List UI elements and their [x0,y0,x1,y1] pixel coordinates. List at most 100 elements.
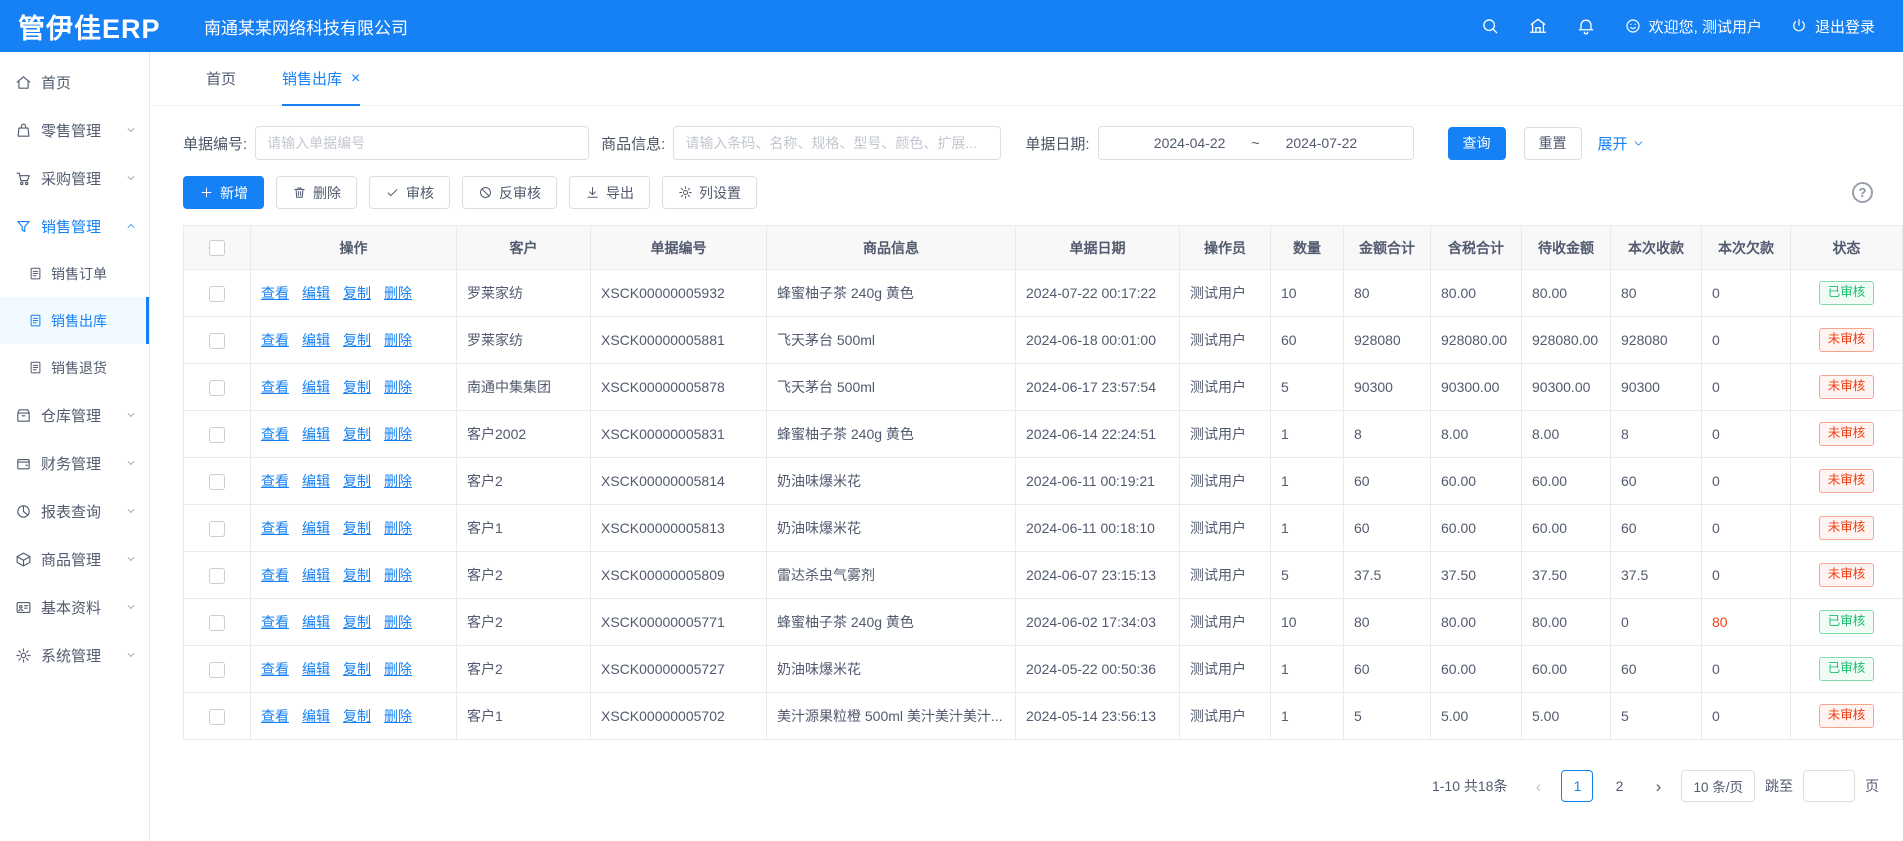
bell-icon[interactable] [1576,16,1596,36]
qty-cell: 1 [1271,505,1344,552]
search-button[interactable]: 查询 [1448,127,1506,160]
sidebar-item-retail[interactable]: 零售管理 [0,106,149,154]
delete-link[interactable]: 删除 [384,285,412,301]
page-number-2[interactable]: 2 [1603,770,1635,802]
edit-link[interactable]: 编辑 [302,614,330,630]
edit-link[interactable]: 编辑 [302,285,330,301]
copy-link[interactable]: 复制 [343,473,371,489]
expand-toggle[interactable]: 展开 [1598,133,1645,154]
sidebar-item-sales-order[interactable]: 销售订单 [0,250,149,297]
sidebar-item-sales[interactable]: 销售管理 [0,202,149,250]
view-link[interactable]: 查看 [261,285,289,301]
delete-link[interactable]: 删除 [384,661,412,677]
ops-cell: 查看编辑复制删除 [251,364,457,411]
view-link[interactable]: 查看 [261,473,289,489]
row-checkbox[interactable] [209,380,225,396]
delete-link[interactable]: 删除 [384,426,412,442]
view-link[interactable]: 查看 [261,332,289,348]
operator-cell: 测试用户 [1180,552,1271,599]
view-link[interactable]: 查看 [261,520,289,536]
view-link[interactable]: 查看 [261,379,289,395]
copy-link[interactable]: 复制 [343,520,371,536]
row-checkbox[interactable] [209,286,225,302]
col-header-receivable: 待收金额 [1522,226,1611,270]
delete-link[interactable]: 删除 [384,520,412,536]
row-checkbox[interactable] [209,333,225,349]
tab-home[interactable]: 首页 [206,52,236,105]
edit-link[interactable]: 编辑 [302,426,330,442]
delete-link[interactable]: 删除 [384,614,412,630]
copy-link[interactable]: 复制 [343,285,371,301]
copy-link[interactable]: 复制 [343,379,371,395]
export-button[interactable]: 导出 [569,176,650,209]
help-icon[interactable]: ? [1852,182,1873,203]
delete-link[interactable]: 删除 [384,567,412,583]
edit-link[interactable]: 编辑 [302,661,330,677]
edit-link[interactable]: 编辑 [302,332,330,348]
sidebar-item-sales-return[interactable]: 销售退货 [0,344,149,391]
reset-button[interactable]: 重置 [1524,127,1582,160]
delete-button[interactable]: 删除 [276,176,357,209]
close-icon[interactable]: × [351,71,360,87]
copy-link[interactable]: 复制 [343,567,371,583]
sidebar-item-basic-data[interactable]: 基本资料 [0,583,149,631]
jump-page-input[interactable] [1803,770,1855,802]
copy-link[interactable]: 复制 [343,614,371,630]
column-settings-button[interactable]: 列设置 [662,176,757,209]
date-range-picker[interactable]: 2024-04-22 ~ 2024-07-22 [1098,126,1414,160]
row-checkbox[interactable] [209,521,225,537]
sidebar-item-products[interactable]: 商品管理 [0,535,149,583]
sidebar-item-reports[interactable]: 报表查询 [0,487,149,535]
prev-page-button[interactable]: ‹ [1525,778,1551,795]
view-link[interactable]: 查看 [261,661,289,677]
edit-link[interactable]: 编辑 [302,473,330,489]
delete-link[interactable]: 删除 [384,379,412,395]
doc-icon [28,266,43,281]
row-checkbox[interactable] [209,568,225,584]
sidebar-item-home[interactable]: 首页 [0,58,149,106]
bill-no-cell: XSCK00000005878 [591,364,767,411]
edit-link[interactable]: 编辑 [302,567,330,583]
delete-link[interactable]: 删除 [384,708,412,724]
add-button[interactable]: 新增 [183,176,264,209]
sidebar-item-purchase[interactable]: 采购管理 [0,154,149,202]
edit-link[interactable]: 编辑 [302,708,330,724]
page-number-1[interactable]: 1 [1561,770,1593,802]
debt-cell: 0 [1702,693,1791,740]
view-link[interactable]: 查看 [261,567,289,583]
logout-button[interactable]: 退出登录 [1790,16,1875,37]
row-checkbox[interactable] [209,427,225,443]
product-input[interactable] [673,126,1001,160]
row-checkbox[interactable] [209,615,225,631]
edit-link[interactable]: 编辑 [302,379,330,395]
row-checkbox[interactable] [209,474,225,490]
unaudit-button[interactable]: 反审核 [462,176,557,209]
delete-link[interactable]: 删除 [384,332,412,348]
qty-cell: 1 [1271,693,1344,740]
copy-link[interactable]: 复制 [343,708,371,724]
view-link[interactable]: 查看 [261,708,289,724]
sidebar-item-system[interactable]: 系统管理 [0,631,149,679]
welcome-user[interactable]: 欢迎您, 测试用户 [1624,16,1762,37]
sidebar-item-warehouse[interactable]: 仓库管理 [0,391,149,439]
row-checkbox[interactable] [209,709,225,725]
view-link[interactable]: 查看 [261,614,289,630]
cube-icon [15,551,32,568]
search-icon[interactable] [1480,16,1500,36]
edit-link[interactable]: 编辑 [302,520,330,536]
page-size-select[interactable]: 10 条/页 [1681,770,1755,802]
sidebar-item-finance[interactable]: 财务管理 [0,439,149,487]
next-page-button[interactable]: › [1645,778,1671,795]
audit-button[interactable]: 审核 [369,176,450,209]
select-all-checkbox[interactable] [209,240,225,256]
view-link[interactable]: 查看 [261,426,289,442]
copy-link[interactable]: 复制 [343,426,371,442]
tab-sales-outbound[interactable]: 销售出库 × [282,52,360,105]
copy-link[interactable]: 复制 [343,332,371,348]
delete-link[interactable]: 删除 [384,473,412,489]
sidebar-item-sales-outbound[interactable]: 销售出库 [0,297,149,344]
home-icon[interactable] [1528,16,1548,36]
row-checkbox[interactable] [209,662,225,678]
copy-link[interactable]: 复制 [343,661,371,677]
bill-no-input[interactable] [255,126,589,160]
